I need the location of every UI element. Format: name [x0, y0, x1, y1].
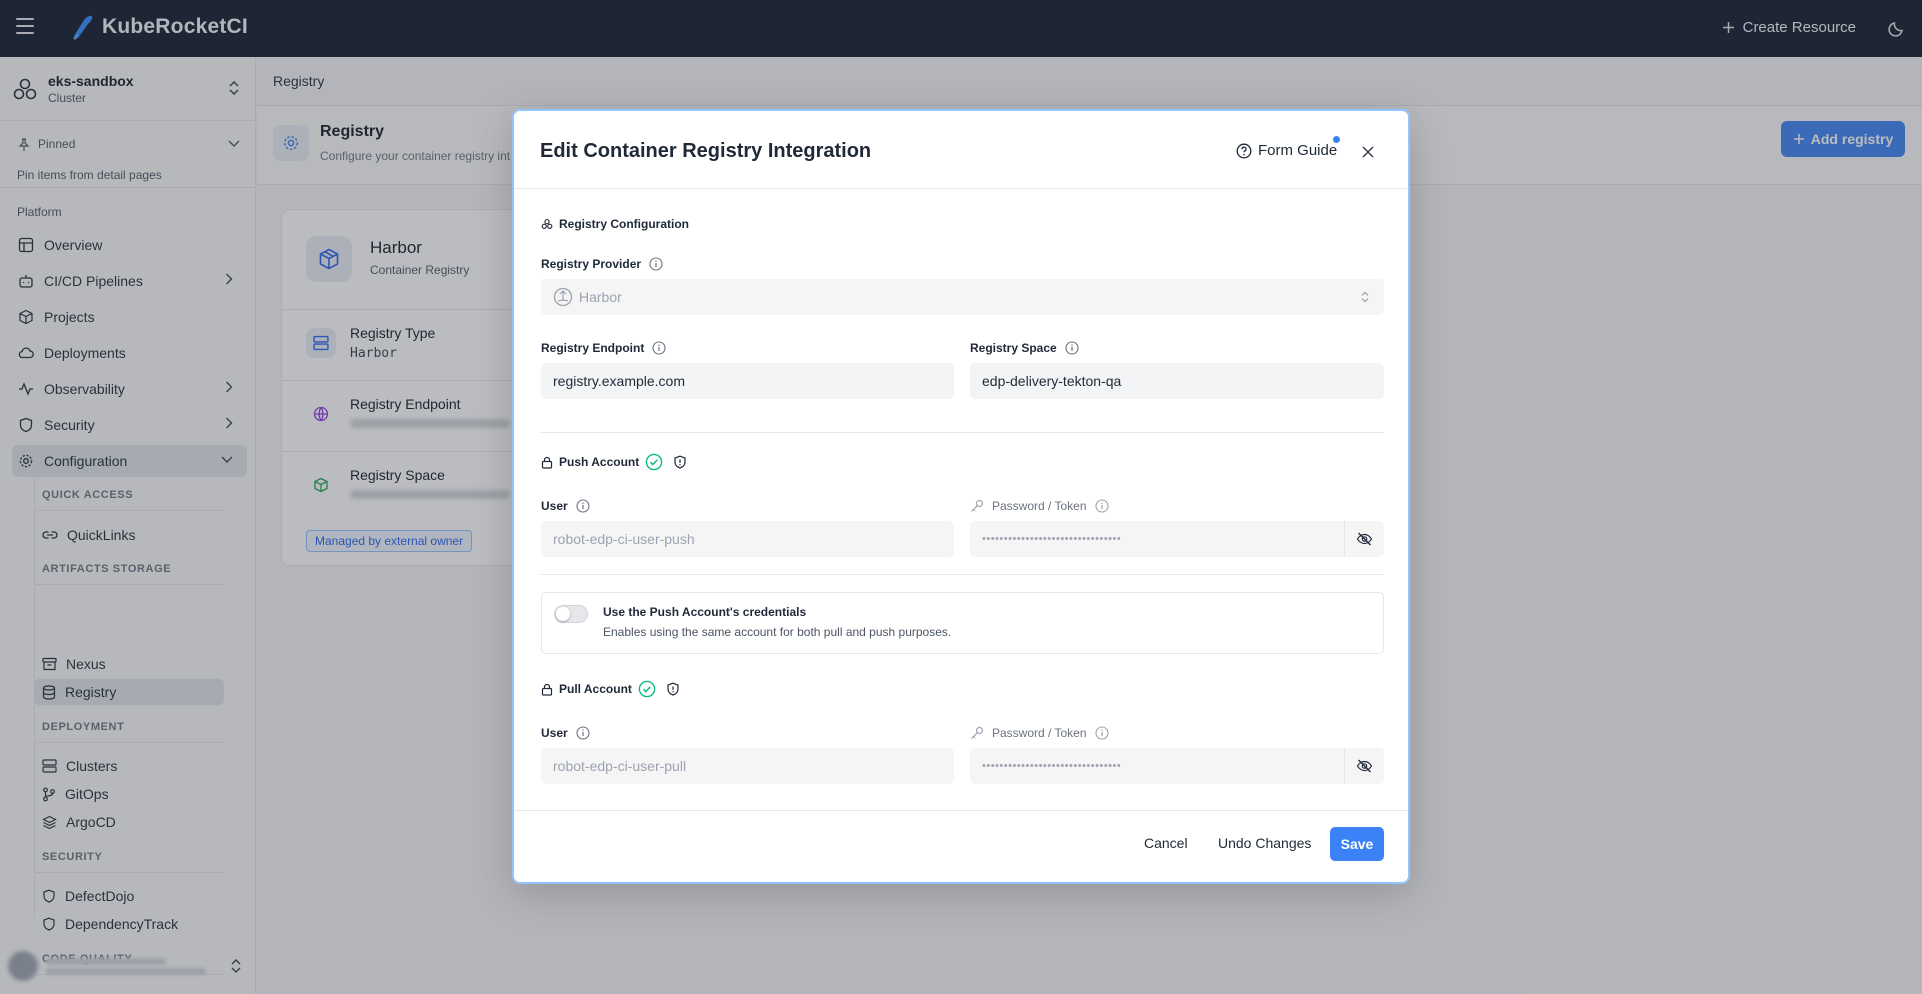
endpoint-label: Registry Endpoint — [541, 341, 666, 355]
section-title: Registry Configuration — [559, 217, 690, 231]
notification-dot — [1333, 136, 1340, 143]
divider — [541, 432, 1384, 433]
info-icon[interactable] — [1065, 341, 1079, 355]
help-circle-icon — [1236, 143, 1252, 158]
toggle-visibility-button[interactable] — [1344, 521, 1384, 557]
toggle-description: Enables using the same account for both … — [603, 625, 952, 639]
section-pull-account: Pull Account — [541, 680, 680, 698]
space-label: Registry Space — [970, 341, 1079, 355]
pull-password-input[interactable]: •••••••••••••••••••••••••••••••• — [970, 748, 1384, 784]
save-button[interactable]: Save — [1330, 827, 1384, 861]
push-password-input[interactable]: •••••••••••••••••••••••••••••••• — [970, 521, 1384, 557]
toggle-title: Use the Push Account's credentials — [603, 605, 807, 619]
label-text: Password / Token — [992, 726, 1087, 740]
section-title: Pull Account — [559, 682, 632, 696]
info-icon[interactable] — [1094, 726, 1109, 740]
label-text: User — [541, 726, 568, 740]
password-mask: •••••••••••••••••••••••••••••••• — [982, 760, 1122, 772]
harbor-logo-icon — [553, 287, 573, 307]
check-circle-icon — [638, 680, 656, 698]
space-input[interactable]: edp-delivery-tekton-qa — [970, 363, 1384, 399]
divider — [514, 188, 1408, 189]
undo-changes-button[interactable]: Undo Changes — [1218, 835, 1311, 851]
use-push-credentials-option: Use the Push Account's credentials Enabl… — [541, 592, 1384, 654]
cancel-button[interactable]: Cancel — [1144, 835, 1188, 851]
info-icon[interactable] — [576, 499, 590, 513]
push-user-label: User — [541, 499, 590, 513]
use-push-credentials-toggle[interactable] — [554, 605, 588, 623]
shield-alert-icon — [674, 455, 686, 469]
dialog-title: Edit Container Registry Integration — [540, 140, 872, 162]
provider-label: Registry Provider — [541, 257, 663, 271]
pull-password-label: Password / Token — [970, 726, 1109, 740]
key-icon — [971, 499, 984, 512]
info-icon[interactable] — [576, 726, 590, 740]
info-icon[interactable] — [1094, 499, 1109, 513]
check-circle-icon — [645, 453, 663, 471]
label-text: Registry Endpoint — [541, 341, 645, 355]
eye-off-icon — [1356, 759, 1373, 773]
label-text: Registry Space — [970, 341, 1057, 355]
info-icon[interactable] — [652, 341, 666, 355]
cluster-icon — [541, 219, 553, 229]
provider-value: Harbor — [579, 289, 622, 305]
provider-select[interactable]: Harbor — [541, 279, 1384, 315]
password-mask: •••••••••••••••••••••••••••••••• — [982, 533, 1122, 545]
edit-registry-dialog: Edit Container Registry Integration Form… — [512, 109, 1410, 884]
eye-off-icon — [1356, 532, 1373, 546]
lock-icon — [541, 456, 553, 469]
label-text: Registry Provider — [541, 257, 642, 271]
push-password-label: Password / Token — [970, 499, 1109, 513]
push-user-input[interactable]: robot-edp-ci-user-push — [541, 521, 954, 557]
section-title: Push Account — [559, 455, 640, 469]
divider — [541, 574, 1384, 575]
form-guide-button[interactable]: Form Guide — [1236, 142, 1337, 159]
section-push-account: Push Account — [541, 453, 687, 471]
pull-user-label: User — [541, 726, 590, 740]
chevron-up-down-icon — [1361, 291, 1369, 303]
toggle-visibility-button[interactable] — [1344, 748, 1384, 784]
info-icon[interactable] — [649, 257, 663, 271]
endpoint-input[interactable]: registry.example.com — [541, 363, 954, 399]
key-icon — [971, 726, 984, 739]
pull-user-input[interactable]: robot-edp-ci-user-pull — [541, 748, 954, 784]
label-text: Password / Token — [992, 499, 1087, 513]
lock-icon — [541, 683, 553, 696]
label-text: User — [541, 499, 568, 513]
shield-alert-icon — [667, 682, 679, 696]
form-guide-label: Form Guide — [1258, 142, 1338, 159]
section-registry-configuration: Registry Configuration — [541, 217, 689, 231]
close-icon[interactable] — [1361, 145, 1375, 159]
divider — [514, 810, 1408, 811]
